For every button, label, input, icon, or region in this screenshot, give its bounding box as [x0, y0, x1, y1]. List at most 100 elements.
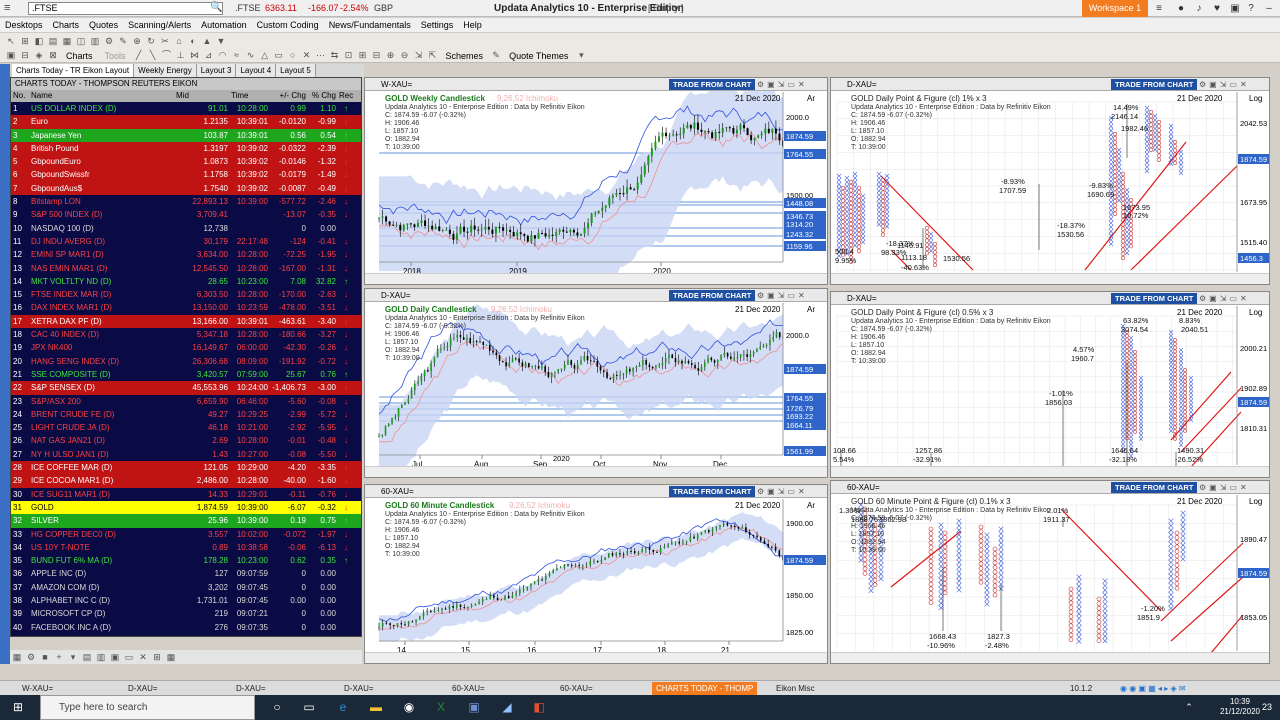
trade-from-chart-button[interactable]: TRADE FROM CHART	[669, 486, 756, 497]
menu-desktops[interactable]: Desktops	[0, 18, 48, 33]
scale-mode[interactable]: Log	[1249, 94, 1262, 103]
chart-scrollbar[interactable]	[365, 466, 827, 477]
tools-label[interactable]: Tools	[105, 51, 126, 61]
panel-symbol[interactable]: 60-XAU=	[381, 487, 414, 496]
quote-row[interactable]: 28 ICE COFFEE MAR (D) 121.05 10:29:00 -4.20-…	[11, 461, 361, 475]
quote-row[interactable]: 24 BRENT CRUDE FE (D) 49.27 10:29:25 -2.99 -5…	[11, 408, 361, 421]
tool-icon[interactable]: ✂	[159, 36, 171, 47]
table-icon[interactable]: ▦	[165, 652, 177, 663]
quote-themes-label[interactable]: Quote Themes	[509, 51, 568, 61]
panel-window-controls[interactable]: ⚙▣⇲▭✕	[1199, 78, 1250, 91]
tool-icon[interactable]: ⋈	[189, 50, 201, 61]
quote-row[interactable]: 10 NASDAQ 100 (D) 12,738 0 0.00	[11, 222, 361, 235]
explorer-icon[interactable]: ▬	[367, 699, 385, 716]
panel-symbol[interactable]: D-XAU=	[381, 291, 411, 300]
quote-row[interactable]: 6 GbpoundSwissfr 1.1758 10:39:02 -0.0179 -1.4…	[11, 168, 361, 182]
tool-icon[interactable]: ⊥	[175, 50, 187, 61]
quote-row[interactable]: 40 FACEBOOK INC A (D) 276 09:07:35 0 0.00	[11, 621, 361, 634]
quote-row[interactable]: 32 SILVER 25.96 10:39:00 0.19 0.75 ↑	[11, 514, 361, 528]
menu-settings[interactable]: Settings	[416, 18, 459, 33]
trade-from-chart-button[interactable]: TRADE FROM CHART	[669, 79, 756, 90]
trade-from-chart-button[interactable]: TRADE FROM CHART	[1111, 293, 1198, 304]
scale-mode[interactable]: Ar	[807, 94, 815, 103]
scale-mode[interactable]: Ar	[807, 501, 815, 510]
quote-row[interactable]: 2 Euro 1.2135 10:39:01 -0.0120 -0.99 ↓	[11, 115, 361, 129]
bottom-tab[interactable]: 60-XAU=	[560, 683, 593, 694]
settings-icon[interactable]: ⚙	[25, 652, 37, 663]
quote-row[interactable]: 14 MKT VOLTLTY ND (D) 28.65 10:23:00 7.08 32.…	[11, 275, 361, 288]
quote-row[interactable]: 4 British Pound 1.3197 10:39:02 -0.0322 -2.39…	[11, 141, 361, 156]
color-icon[interactable]: ■	[39, 652, 51, 663]
menu-scanning[interactable]: Scanning/Alerts	[123, 18, 196, 33]
tab-layout-3[interactable]: Layout 3	[196, 64, 237, 77]
menu-news[interactable]: News/Fundamentals	[324, 18, 416, 33]
delete-icon[interactable]: ✕	[137, 652, 149, 663]
quote-row[interactable]: 27 NY H ULSD JAN1 (D) 1.43 10:27:00 -0.08 -5.…	[11, 448, 361, 461]
tool-icon[interactable]: ✕	[301, 50, 313, 61]
bottom-tab-active[interactable]: CHARTS TODAY - THOMP	[652, 682, 758, 695]
col-no[interactable]: No.	[11, 90, 31, 102]
menu-charts[interactable]: Charts	[48, 18, 85, 33]
tool-icon[interactable]: ✎	[117, 36, 129, 47]
tool-icon[interactable]: ▭	[273, 50, 285, 61]
tool-icon[interactable]: ⊿	[203, 50, 215, 61]
bottom-tab[interactable]: D-XAU=	[344, 683, 374, 694]
minimize-icon[interactable]: –	[1262, 2, 1276, 15]
panel-window-controls[interactable]: ⚙▣⇲▭✕	[757, 289, 808, 302]
app-menu-icon[interactable]: ≡	[4, 2, 10, 14]
quote-row[interactable]: 3 Japanese Yen 103.87 10:39:01 0.56 0.54 ↑	[11, 128, 361, 142]
tool-icon[interactable]: ↖	[5, 36, 17, 47]
tab-layout-5[interactable]: Layout 5	[276, 64, 316, 77]
quote-row[interactable]: 16 DAX INDEX MAR1 (D) 13,150.00 10:23:59 -47…	[11, 301, 361, 314]
tool-icon[interactable]: ⊟	[371, 50, 383, 61]
tool-icon[interactable]: ∿	[245, 50, 257, 61]
col-mid[interactable]: Mid	[176, 90, 231, 102]
help-icon[interactable]: ?	[1244, 2, 1258, 15]
tool-icon[interactable]: ⇲	[413, 50, 425, 61]
panel-symbol[interactable]: 60-XAU=	[847, 483, 880, 492]
tool-icon[interactable]: △	[259, 50, 271, 61]
chart-scrollbar[interactable]	[831, 652, 1269, 663]
quote-row[interactable]: 21 SSE COMPOSITE (D) 3,420.57 07:59:00 25.67…	[11, 368, 361, 381]
tool-icon[interactable]: ✎	[490, 50, 502, 61]
bell-icon[interactable]: ♪	[1192, 2, 1206, 15]
tool-icon[interactable]: ⊞	[19, 36, 31, 47]
menu-icon[interactable]: ≡	[1152, 2, 1166, 15]
quote-row[interactable]: 39 MICROSOFT CP (D) 219 09:07:21 0 0.00	[11, 607, 361, 620]
windows-start-icon[interactable]: ⊞	[9, 699, 27, 716]
panel-window-controls[interactable]: ⚙▣⇲▭✕	[757, 485, 808, 498]
trade-from-chart-button[interactable]: TRADE FROM CHART	[669, 290, 756, 301]
user-icon[interactable]: ●	[1174, 2, 1188, 15]
updata-icon[interactable]: ◢	[498, 699, 516, 716]
chart-scrollbar[interactable]	[831, 466, 1269, 477]
bottom-tab[interactable]: Eikon Misc	[776, 683, 815, 694]
app-icon[interactable]: ▣	[465, 699, 483, 716]
side-strip[interactable]	[0, 64, 10, 664]
tab-layout-1[interactable]: Charts Today - TR Eikon Layout	[12, 64, 135, 77]
chart-scrollbar[interactable]	[831, 273, 1269, 284]
tool-icon[interactable]: ⊠	[47, 50, 59, 61]
tool-icon[interactable]: ◧	[33, 36, 45, 47]
scale-mode[interactable]: Ar	[807, 305, 815, 314]
tool-icon[interactable]: ⊟	[19, 50, 31, 61]
col-name[interactable]: Name	[31, 90, 176, 102]
quote-row[interactable]: 7 GbpoundAus$ 1.7540 10:39:02 -0.0087 -0.49 ↓	[11, 181, 361, 196]
quote-row[interactable]: 18 CAC 40 INDEX (D) 5,347.18 10:28:00 -180.6…	[11, 328, 361, 341]
col-pct[interactable]: % Chg	[309, 90, 339, 102]
quote-row[interactable]: 33 HG COPPER DEC0 (D) 3.557 10:02:00 -0.072-…	[11, 528, 361, 541]
excel-icon[interactable]: X	[432, 699, 450, 716]
status-icon[interactable]: ◉ ◉ ▣ ▦ ◂ ▸ ◈ ✉	[1120, 683, 1186, 694]
tool-icon[interactable]: ⚙	[103, 36, 115, 47]
trade-from-chart-button[interactable]: TRADE FROM CHART	[1111, 482, 1198, 493]
quote-row[interactable]: 15 FTSE INDEX MAR (D) 6,303.50 10:28:00 -170…	[11, 288, 361, 301]
bottom-tab[interactable]: W-XAU=	[22, 683, 53, 694]
tool-icon[interactable]: ⊖	[399, 50, 411, 61]
folder-icon[interactable]: ▭	[123, 652, 135, 663]
chevron-down-icon[interactable]: ▾	[67, 652, 79, 663]
grid-icon[interactable]: ⊞	[151, 652, 163, 663]
taskbar-search[interactable]: Type here to search	[40, 695, 255, 720]
tool-icon[interactable]: ▲	[201, 36, 213, 47]
bottom-tab[interactable]: 60-XAU=	[452, 683, 485, 694]
chart-scrollbar[interactable]	[365, 652, 827, 663]
tool-icon[interactable]: ▥	[89, 36, 101, 47]
